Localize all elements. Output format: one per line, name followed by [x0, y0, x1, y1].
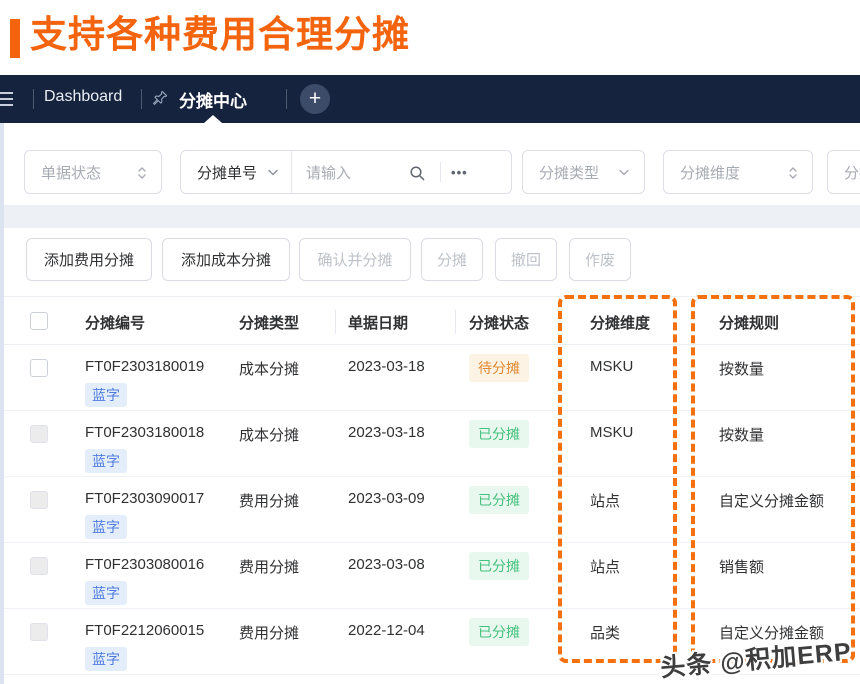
table-row: FT0F2303080016 蓝字 费用分摊 2023-03-08 已分摊 站点…	[4, 543, 860, 609]
table-row: FT0F2303180018 蓝字 成本分摊 2023-03-18 已分摊 MS…	[4, 411, 860, 477]
filter-partial-select[interactable]: 分摊	[827, 150, 860, 194]
doc-date: 2023-03-18	[348, 424, 425, 441]
alloc-type: 费用分摊	[239, 556, 299, 577]
alloc-type: 成本分摊	[239, 358, 299, 379]
top-navbar: Dashboard 分摊中心 +	[0, 75, 860, 123]
table-row: FT0F2303090017 蓝字 费用分摊 2023-03-09 已分摊 站点…	[4, 477, 860, 543]
doc-date: 2023-03-18	[348, 358, 425, 375]
status-cell: 已分摊	[469, 618, 529, 646]
table-row: FT0F2303180019 蓝字 成本分摊 2023-03-18 待分摊 MS…	[4, 345, 860, 411]
alloc-type: 成本分摊	[239, 424, 299, 445]
alloc-dimension: 站点	[590, 490, 620, 511]
filter-partial-placeholder: 分摊	[828, 162, 860, 183]
row-checkbox	[30, 623, 48, 641]
status-badge: 待分摊	[469, 354, 529, 382]
alloc-dimension: 站点	[590, 556, 620, 577]
alloc-id: FT0F2303080016	[85, 556, 204, 573]
row-checkbox	[30, 557, 48, 575]
status-cell: 已分摊	[469, 420, 529, 448]
chevron-down-icon[interactable]	[267, 168, 279, 178]
nav-divider	[33, 89, 34, 109]
tab-allocation-center[interactable]: 分摊中心	[179, 87, 247, 112]
alloc-type: 费用分摊	[239, 490, 299, 511]
up-down-carets-icon	[137, 165, 147, 181]
col-header-alloc-dimension: 分摊维度	[590, 312, 650, 333]
col-header-alloc-type: 分摊类型	[239, 312, 299, 333]
alloc-id: FT0F2303180018	[85, 424, 204, 441]
doc-date: 2023-03-09	[348, 490, 425, 507]
doc-date: 2023-03-08	[348, 556, 425, 573]
nav-divider	[141, 89, 142, 109]
header-column-divider	[335, 309, 336, 334]
row-checkbox[interactable]	[30, 359, 48, 377]
blue-entry-tag: 蓝字	[85, 581, 127, 605]
screenshot-root: 支持各种费用合理分摊 Dashboard 分摊中心 + 单据状态	[0, 0, 860, 684]
alloc-rule: 按数量	[719, 358, 764, 379]
search-icon[interactable]	[409, 165, 426, 182]
status-badge: 已分摊	[469, 618, 529, 646]
row-checkbox	[30, 425, 48, 443]
alloc-rule: 按数量	[719, 424, 764, 445]
add-expense-allocation-button[interactable]: 添加费用分摊	[26, 238, 152, 281]
alloc-dimension: MSKU	[590, 358, 633, 375]
col-header-alloc-status: 分摊状态	[469, 312, 529, 333]
chevron-down-icon	[618, 168, 630, 178]
blue-entry-tag: 蓝字	[85, 515, 127, 539]
status-cell: 已分摊	[469, 552, 529, 580]
alloc-dimension: MSKU	[590, 424, 633, 441]
add-cost-allocation-button[interactable]: 添加成本分摊	[162, 238, 290, 281]
void-button[interactable]: 作废	[569, 238, 631, 281]
withdraw-button[interactable]: 撤回	[495, 238, 557, 281]
title-accent-bar	[10, 19, 20, 58]
header-column-divider	[455, 309, 456, 334]
table-header-row: 分摊编号 分摊类型 单据日期 分摊状态 分摊维度 分摊规则	[4, 297, 860, 345]
search-field-selector[interactable]: 分摊单号	[181, 162, 257, 183]
blue-entry-tag: 蓝字	[85, 383, 127, 407]
blue-entry-tag: 蓝字	[85, 647, 127, 671]
status-cell: 已分摊	[469, 486, 529, 514]
doc-date: 2022-12-04	[348, 622, 425, 639]
nav-divider	[286, 89, 287, 109]
status-badge: 已分摊	[469, 486, 529, 514]
row-checkbox	[30, 491, 48, 509]
status-badge: 已分摊	[469, 552, 529, 580]
allocate-button[interactable]: 分摊	[421, 238, 483, 281]
more-options-icon[interactable]: •••	[441, 165, 480, 180]
page-title: 支持各种费用合理分摊	[30, 11, 410, 59]
alloc-rule: 自定义分摊金额	[719, 490, 824, 511]
status-cell: 待分摊	[469, 354, 529, 382]
alloc-id: FT0F2303180019	[85, 358, 204, 375]
search-input[interactable]: 请输入	[292, 162, 351, 183]
alloc-dimension: 品类	[590, 622, 620, 643]
add-tab-button[interactable]: +	[300, 84, 330, 114]
select-all-checkbox[interactable]	[30, 312, 48, 330]
active-tab-notch	[204, 115, 222, 123]
hamburger-menu-icon[interactable]	[0, 89, 15, 109]
alloc-rule: 销售额	[719, 556, 764, 577]
status-badge: 已分摊	[469, 420, 529, 448]
pushpin-icon	[151, 90, 168, 107]
filter-alloc-dimension-placeholder: 分摊维度	[664, 162, 740, 183]
filter-search-combo: 分摊单号 请输入 •••	[180, 150, 512, 194]
filter-doc-status-select[interactable]: 单据状态	[24, 150, 162, 194]
alloc-id: FT0F2303090017	[85, 490, 204, 507]
filter-doc-status-placeholder: 单据状态	[25, 162, 101, 183]
filter-alloc-type-select[interactable]: 分摊类型	[522, 150, 645, 194]
col-header-doc-date: 单据日期	[348, 312, 408, 333]
up-down-carets-icon	[788, 165, 798, 181]
alloc-type: 费用分摊	[239, 622, 299, 643]
filter-alloc-dimension-select[interactable]: 分摊维度	[663, 150, 813, 194]
col-header-alloc-rule: 分摊规则	[719, 312, 779, 333]
nav-item-dashboard[interactable]: Dashboard	[44, 88, 122, 106]
blue-entry-tag: 蓝字	[85, 449, 127, 473]
section-gap-band	[4, 205, 860, 228]
confirm-and-allocate-button[interactable]: 确认并分摊	[299, 238, 411, 281]
alloc-id: FT0F2212060015	[85, 622, 204, 639]
col-header-alloc-id: 分摊编号	[85, 312, 145, 333]
filter-alloc-type-placeholder: 分摊类型	[523, 162, 599, 183]
